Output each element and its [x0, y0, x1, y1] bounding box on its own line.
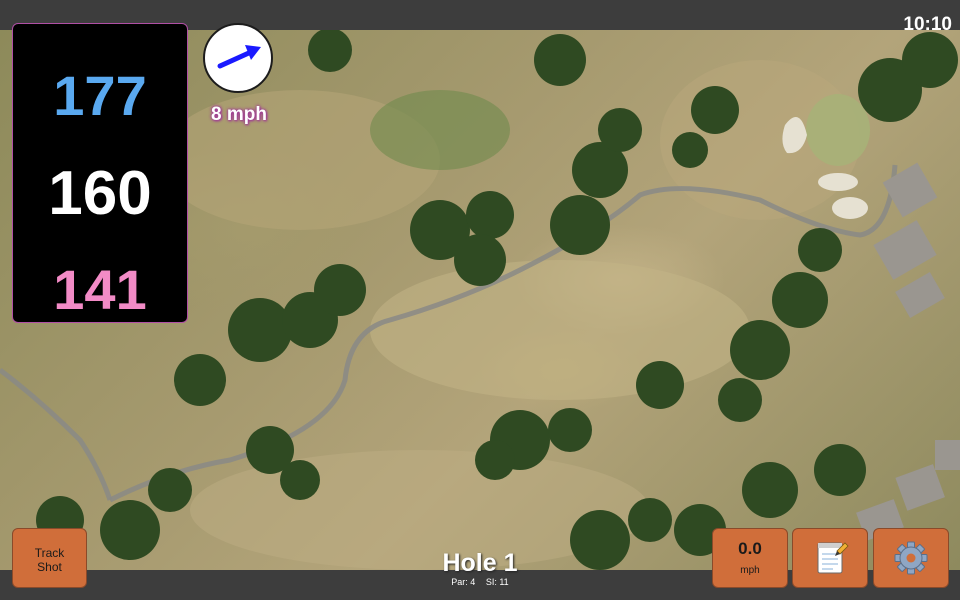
front-yardage: 141	[53, 258, 147, 321]
yardage-panel: 177 160 141	[12, 23, 188, 323]
wind-speed-label: 8 mph	[211, 104, 267, 125]
notepad-icon	[817, 542, 849, 574]
track-shot-button[interactable]: Track Shot	[12, 528, 87, 588]
gear-icon	[894, 541, 928, 575]
speed-value: 0.0	[738, 539, 762, 558]
speed-button[interactable]: 0.0 mph	[712, 528, 788, 588]
track-shot-label: Track Shot	[34, 546, 65, 574]
speed-unit: mph	[740, 565, 760, 576]
back-yardage: 177	[53, 64, 147, 127]
notes-button[interactable]	[792, 528, 868, 588]
hole-details: Par: 4 SI: 11	[400, 577, 560, 587]
status-clock: 10:10	[903, 14, 952, 35]
wind-indicator	[203, 23, 273, 93]
hole-par: Par: 4	[451, 577, 476, 587]
middle-yardage: 160	[48, 159, 152, 228]
settings-button[interactable]	[873, 528, 949, 588]
hole-stroke-index: SI: 11	[485, 577, 509, 587]
wind-arrow-icon	[217, 45, 261, 69]
hole-title: Hole 1	[442, 549, 518, 577]
